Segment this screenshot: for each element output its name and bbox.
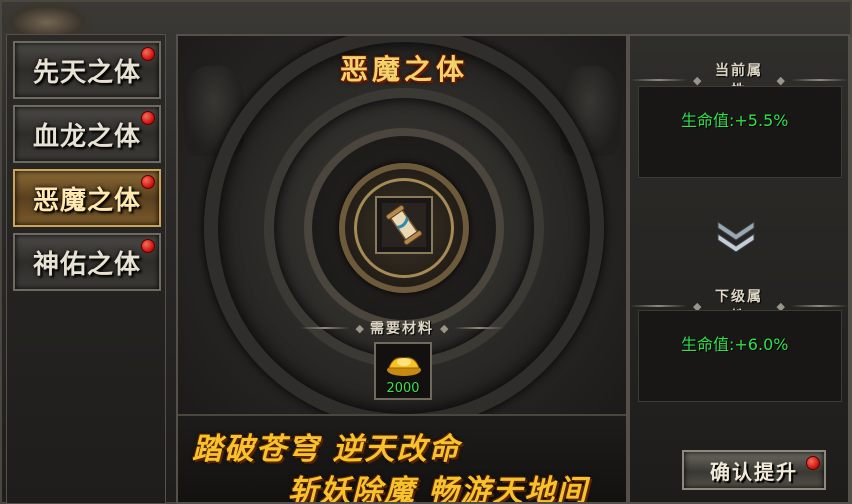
alert-dot-icon — [141, 239, 155, 253]
diamond-ornament-icon: ◆ — [693, 73, 702, 87]
body-type-sidebar: 先天之体 血龙之体 恶魔之体 神佑之体 — [6, 34, 166, 504]
tab-label: 先天之体 — [32, 57, 141, 88]
material-count: 2000 — [386, 381, 420, 396]
tab-label: 血龙之体 — [32, 121, 141, 152]
attributes-panel: ◆ 当前属性 ◆ 生命值:+5.5% ◆ 下级属性 ◆ 生命值:+6.0% 确认… — [628, 34, 850, 504]
tab-emo[interactable]: 恶魔之体 — [13, 169, 161, 227]
confirm-upgrade-button[interactable]: 确认提升 — [682, 450, 826, 490]
dragon-ornament-left — [2, 2, 92, 36]
scroll-icon — [382, 203, 426, 247]
center-panel: 恶魔之体 ◆ 需要材料 ◆ 2000 踏破苍穹 逆天改命 斩妖除魔 畅游天地间 — [176, 34, 628, 504]
materials-header: ◆ 需要材料 ◆ — [178, 318, 626, 338]
tab-label: 神佑之体 — [32, 249, 141, 280]
current-attr-box: 生命值:+5.5% — [638, 86, 842, 178]
alert-dot-icon — [141, 111, 155, 125]
tab-label: 恶魔之体 — [32, 185, 141, 216]
upgrade-item-slot[interactable] — [375, 196, 433, 254]
alert-dot-icon — [141, 47, 155, 61]
slogan-banner: 踏破苍穹 逆天改命 斩妖除魔 畅游天地间 — [178, 414, 626, 504]
alert-dot-icon — [141, 175, 155, 189]
diamond-ornament-icon: ◆ — [355, 321, 364, 335]
diamond-ornament-icon: ◆ — [776, 73, 785, 87]
diamond-ornament-icon: ◆ — [440, 321, 449, 335]
tab-xiantian[interactable]: 先天之体 — [13, 41, 161, 99]
double-chevron-down-icon — [717, 221, 755, 253]
next-attr-box: 生命值:+6.0% — [638, 310, 842, 402]
confirm-upgrade-label: 确认提升 — [710, 459, 798, 484]
page-title: 恶魔之体 — [339, 53, 468, 86]
tab-shenyou[interactable]: 神佑之体 — [13, 233, 161, 291]
slogan-line-1: 踏破苍穹 逆天改命 — [192, 432, 461, 467]
tab-xuelong[interactable]: 血龙之体 — [13, 105, 161, 163]
slogan-line-2: 斩妖除魔 畅游天地间 — [288, 474, 589, 504]
alert-dot-icon — [806, 456, 820, 470]
next-attr-value: 生命值:+6.0% — [681, 335, 789, 354]
gold-ingot-icon — [387, 357, 421, 376]
material-slot[interactable]: 2000 — [374, 342, 432, 400]
current-attr-value: 生命值:+5.5% — [681, 111, 789, 130]
